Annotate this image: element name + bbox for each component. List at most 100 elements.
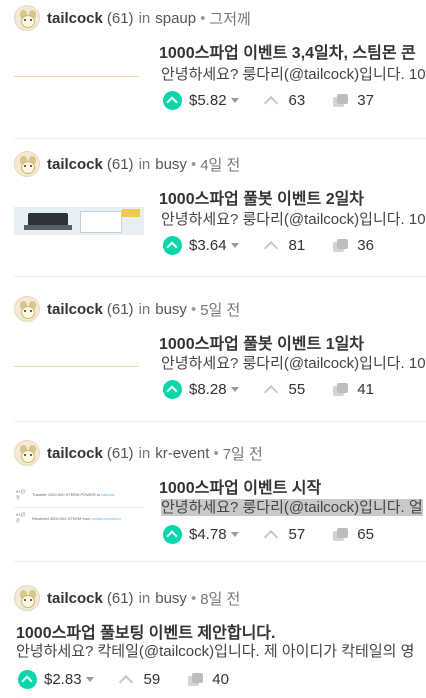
author-link[interactable]: tailcock [47, 445, 103, 462]
post-card: tailcock (61) in busy • 5일 전 1000스파업 풀봇 … [0, 280, 426, 425]
avatar[interactable] [14, 151, 40, 177]
separator: • [213, 444, 219, 462]
comments-count[interactable]: 36 [357, 237, 374, 254]
comments-icon[interactable] [333, 527, 349, 541]
thumbnail-product-base [24, 225, 72, 230]
likes-icon[interactable] [263, 95, 278, 111]
likes-icon[interactable] [263, 240, 278, 256]
post-header: tailcock (61) in spaup • 그저께 [14, 4, 251, 32]
thumbnail-line [14, 76, 139, 77]
upvote-button[interactable] [163, 379, 182, 399]
post-card: tailcock (61) in busy • 4일 전 1000스파업 풀봇 … [0, 140, 426, 285]
upvote-button[interactable] [18, 669, 37, 689]
in-label: in [138, 589, 151, 607]
post-time[interactable]: 그저께 [209, 8, 250, 29]
author-link[interactable]: tailcock [47, 156, 103, 173]
separator: • [190, 589, 197, 607]
category-link[interactable]: busy [155, 301, 187, 318]
comments-icon[interactable] [188, 672, 204, 686]
likes-count[interactable]: 81 [289, 237, 306, 254]
payout-value[interactable]: $8.28 [189, 381, 227, 398]
comments-icon[interactable] [333, 93, 349, 107]
post-excerpt[interactable]: 안녕하세요? 룽다리(@tailcock)입니다. 10 [161, 208, 426, 229]
reputation: (61) [106, 9, 134, 27]
divider [14, 276, 426, 277]
post-time[interactable]: 5일 전 [200, 299, 240, 320]
in-label: in [138, 9, 151, 27]
post-header: tailcock (61) in busy • 4일 전 [14, 150, 240, 178]
payout-value[interactable]: $4.78 [189, 526, 227, 543]
thumbnail-row-link: tailcock [101, 492, 115, 497]
post-thumbnail[interactable] [14, 207, 144, 235]
upvote-button[interactable] [163, 235, 182, 255]
likes-count[interactable]: 57 [289, 526, 306, 543]
post-time[interactable]: 4일 전 [200, 154, 240, 175]
likes-count[interactable]: 59 [144, 671, 161, 688]
likes-icon[interactable] [263, 529, 278, 545]
thumbnail-row-text: Received 3000.000 STEEM from quilabounce… [32, 516, 121, 521]
avatar[interactable] [14, 5, 40, 31]
payout-caret-icon[interactable] [230, 97, 239, 103]
payout-caret-icon[interactable] [230, 386, 239, 392]
comments-icon[interactable] [333, 382, 349, 396]
in-label: in [138, 155, 151, 173]
thumbnail-row-text-main: Transfer 1000.000 STEEM POWER to [32, 492, 102, 497]
category-link[interactable]: kr-event [155, 445, 209, 462]
in-label: in [138, 444, 151, 462]
post-excerpt[interactable]: 안녕하세요? 룽다리(@tailcock)입니다. 10 [161, 352, 426, 373]
post-footer: $8.28 55 41 [163, 378, 374, 400]
post-excerpt[interactable]: 안녕하세요? 칵테일(@tailcock)입니다. 제 아이디가 칵테일의 영 [16, 640, 426, 661]
post-time[interactable]: 8일 전 [200, 588, 240, 609]
comments-count[interactable]: 40 [212, 671, 229, 688]
category-link[interactable]: busy [155, 156, 187, 173]
post-title[interactable]: 1000스파업 이벤트 시작 [159, 474, 426, 498]
post-card: tailcock (61) in busy • 8일 전 1000스파업 풀보팅… [0, 565, 426, 698]
category-link[interactable]: spaup [155, 10, 196, 27]
avatar[interactable] [14, 585, 40, 611]
thumbnail-label [122, 209, 140, 217]
thumbnail-row-text-main: Received 3000.000 STEEM from [32, 516, 92, 521]
post-time[interactable]: 7일 전 [223, 443, 263, 464]
comments-icon[interactable] [333, 238, 349, 252]
likes-count[interactable]: 55 [289, 381, 306, 398]
category-link[interactable]: busy [155, 590, 187, 607]
payout-caret-icon[interactable] [85, 676, 94, 682]
comments-count[interactable]: 37 [357, 92, 374, 109]
upvote-button[interactable] [163, 90, 182, 110]
payout-value[interactable]: $5.82 [189, 92, 227, 109]
post-footer: $5.82 63 37 [163, 89, 374, 111]
reputation: (61) [106, 300, 134, 318]
post-excerpt[interactable]: 안녕하세요? 룽다리(@tailcock)입니다. 10 [161, 63, 426, 84]
post-header: tailcock (61) in kr-event • 7일 전 [14, 439, 263, 467]
likes-count[interactable]: 63 [289, 92, 306, 109]
payout-value[interactable]: $2.83 [44, 671, 82, 688]
payout-caret-icon[interactable] [230, 242, 239, 248]
post-title[interactable]: 1000스파업 풀봇 이벤트 2일차 [159, 185, 426, 209]
author-link[interactable]: tailcock [47, 301, 103, 318]
thumbnail-row-text: Transfer 1000.000 STEEM POWER to tailcoc… [32, 492, 115, 497]
upvote-button[interactable] [163, 524, 182, 544]
post-title[interactable]: 1000스파업 이벤트 3,4일차, 스팀몬 콘 [159, 39, 426, 63]
post-thumbnail[interactable] [14, 336, 144, 398]
post-title[interactable]: 1000스파업 풀봇 이벤트 1일차 [159, 330, 426, 354]
divider [14, 561, 426, 562]
avatar[interactable] [14, 440, 40, 466]
reputation: (61) [106, 444, 134, 462]
author-link[interactable]: tailcock [47, 10, 103, 27]
comments-count[interactable]: 65 [357, 526, 374, 543]
post-thumbnail[interactable] [14, 48, 144, 110]
reputation: (61) [106, 155, 134, 173]
likes-icon[interactable] [263, 384, 278, 400]
avatar[interactable] [14, 296, 40, 322]
payout-value[interactable]: $3.64 [189, 237, 227, 254]
author-link[interactable]: tailcock [47, 590, 103, 607]
likes-icon[interactable] [118, 674, 133, 690]
thumbnail-row-label: 9시간 전 [16, 489, 26, 500]
post-thumbnail[interactable]: 9시간 전 Transfer 1000.000 STEEM POWER to t… [14, 483, 144, 535]
comments-count[interactable]: 41 [357, 381, 374, 398]
post-footer: $4.78 57 65 [163, 523, 374, 545]
thumbnail-row: 9시간 전 Received 3000.000 STEEM from quila… [14, 508, 144, 532]
payout-caret-icon[interactable] [230, 531, 239, 537]
thumbnail-row-label: 9시간 전 [16, 512, 26, 523]
post-excerpt[interactable]: 안녕하세요? 룽다리(@tailcock)입니다. 얼 [161, 496, 426, 517]
